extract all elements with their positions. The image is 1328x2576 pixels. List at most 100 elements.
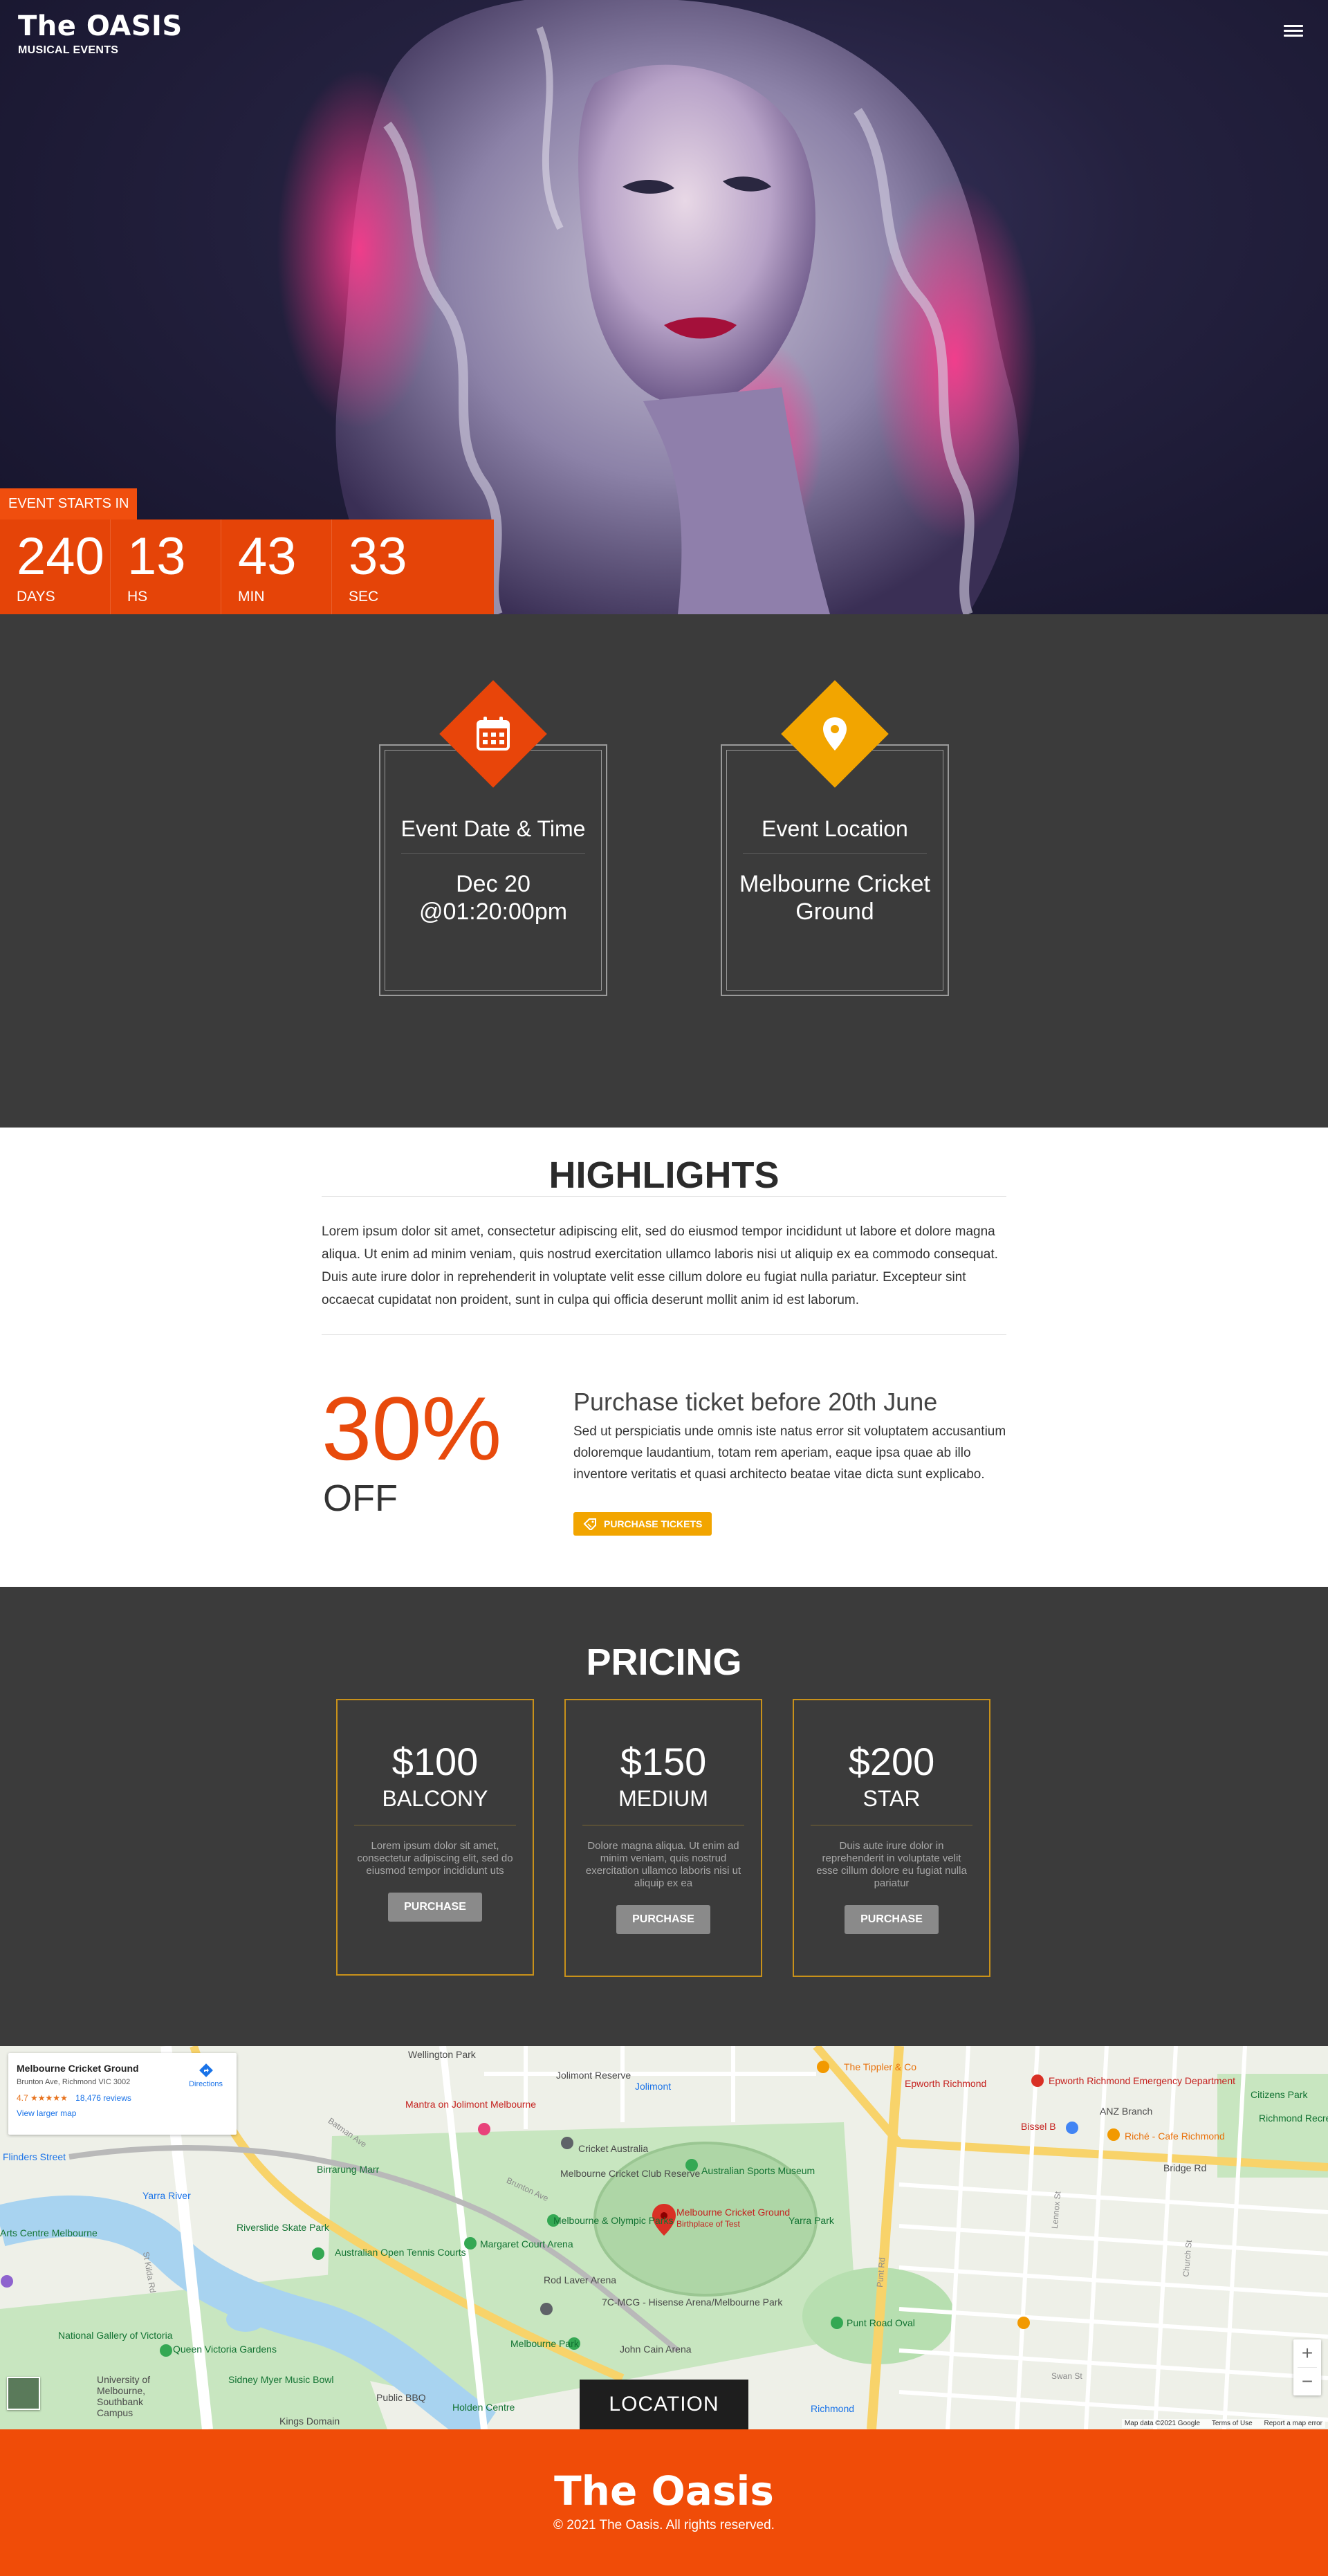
plan-name: MEDIUM	[618, 1786, 708, 1811]
promo-percent: 30%	[322, 1378, 502, 1479]
event-time-line: @01:20:00pm	[418, 899, 568, 925]
calendar-icon	[477, 717, 510, 751]
map-label: Melbourne Cricket Club Reserve	[560, 2168, 701, 2179]
map-label: Citizens Park	[1251, 2089, 1308, 2100]
footer-copyright: © 2021 The Oasis. All rights reserved.	[553, 2518, 775, 2532]
zoom-out-button[interactable]: −	[1293, 2368, 1321, 2395]
map-label: University of Melbourne, Southbank Campu…	[97, 2374, 151, 2418]
plan-description: Lorem ipsum dolor sit amet, consectetur …	[357, 1840, 513, 1877]
highlights-text: Lorem ipsum dolor sit amet, consectetur …	[322, 1224, 998, 1307]
brand-title: The OASIS	[18, 10, 183, 42]
pricing-card-star: $200 STAR Duis aute irure dolor in repre…	[793, 1699, 990, 1977]
countdown-unit: SEC	[349, 589, 379, 605]
countdown-value: 33	[349, 527, 407, 586]
event-location-value: Melbourne Cricket Ground	[736, 870, 934, 926]
countdown-value: 43	[238, 527, 297, 586]
map-label: 7C-MCG - Hisense Arena/Melbourne Park	[602, 2297, 783, 2308]
map-label: Mantra on Jolimont Melbourne	[405, 2099, 537, 2110]
map-label: Rod Laver Arena	[544, 2274, 617, 2285]
map-section[interactable]: Wellington Park Jolimont Reserve Jolimon…	[0, 2046, 1328, 2429]
map-pin-icon-badge	[781, 680, 889, 788]
purchase-tickets-label: PURCHASE TICKETS	[604, 1518, 703, 1529]
map-label: Bissel B	[1021, 2121, 1056, 2132]
map-label: Kings Domain	[279, 2416, 340, 2427]
directions-button[interactable]: Directions	[189, 2063, 223, 2088]
event-location-title: Event Location	[762, 816, 908, 841]
event-location-card: Event Location Melbourne Cricket Ground	[721, 680, 949, 996]
highlights-section: HIGHLIGHTS Lorem ipsum dolor sit amet, c…	[0, 1128, 1328, 1587]
map-place-card: Melbourne Cricket Ground Brunton Ave, Ri…	[8, 2053, 237, 2135]
map-attribution: Map data ©2021 Google Terms of Use Repor…	[1121, 2419, 1325, 2428]
map-label: Bridge Rd	[1163, 2162, 1207, 2173]
event-date-line: Dec 20	[456, 871, 531, 897]
countdown-label: EVENT STARTS IN	[0, 488, 138, 519]
purchase-button[interactable]: PURCHASE	[845, 1905, 939, 1934]
divider	[401, 853, 585, 854]
zoom-in-button[interactable]: +	[1293, 2339, 1321, 2367]
plan-name: STAR	[863, 1786, 921, 1811]
map-pin-icon	[823, 717, 847, 751]
hero-section: The OASIS MUSICAL EVENTS EVENT STARTS IN…	[0, 0, 1328, 614]
map-label: Queen Victoria Gardens	[173, 2344, 277, 2355]
map-label: Birrarung Marr	[317, 2164, 380, 2175]
map-label: Epworth Richmond Emergency Department	[1049, 2075, 1236, 2086]
map-label: John Cain Arena	[620, 2344, 692, 2355]
event-date-value: Dec 20 @01:20:00pm	[394, 870, 592, 926]
countdown-hours: 13 HS	[111, 519, 221, 614]
pricing-card-balcony: $100 BALCONY Lorem ipsum dolor sit amet,…	[336, 1699, 534, 1976]
footer: The Oasis © 2021 The Oasis. All rights r…	[0, 2429, 1328, 2576]
promo-text: Sed ut perspiciatis unde omnis iste natu…	[573, 1424, 1006, 1482]
countdown-seconds: 33 SEC	[332, 519, 443, 614]
event-info-section: Event Date & Time Dec 20 @01:20:00pm Eve…	[0, 614, 1328, 1128]
map-label: Richmond Recreation Centre	[1259, 2113, 1328, 2124]
view-larger-map-link[interactable]: View larger map	[17, 2108, 228, 2118]
map-label: Riverslide Skate Park	[237, 2222, 329, 2233]
purchase-button[interactable]: PURCHASE	[616, 1905, 710, 1934]
map-label: Australian Open Tennis Courts	[335, 2247, 466, 2258]
map-label: Sidney Myer Music Bowl	[228, 2374, 334, 2385]
brand-tagline: MUSICAL EVENTS	[18, 44, 119, 56]
map-satellite-toggle[interactable]	[7, 2377, 40, 2410]
map-label: Wellington Park	[408, 2049, 476, 2060]
plan-description: Duis aute irure dolor in reprehenderit i…	[816, 1840, 967, 1889]
brand-logo[interactable]: The OASIS MUSICAL EVENTS	[18, 10, 183, 57]
rating-value: 4.7	[17, 2093, 28, 2103]
rating-stars: ★★★★★	[30, 2093, 68, 2103]
map-label: Melbourne & Olympic Parks	[553, 2215, 674, 2226]
hamburger-icon[interactable]	[1284, 25, 1303, 40]
map-label: Holden Centre	[452, 2402, 515, 2413]
map-label: Public BBQ	[376, 2392, 426, 2403]
pricing-title: PRICING	[586, 1641, 742, 1683]
map-data-credit: Map data ©2021 Google	[1124, 2420, 1201, 2427]
reviews-link[interactable]: 18,476 reviews	[75, 2093, 131, 2103]
pricing-section: PRICING $100 BALCONY Lorem ipsum dolor s…	[0, 1587, 1328, 2046]
map-label: Epworth Richmond	[905, 2078, 987, 2089]
terms-link[interactable]: Terms of Use	[1212, 2420, 1253, 2427]
purchase-tickets-button[interactable]: PURCHASE TICKETS	[573, 1512, 712, 1536]
countdown-timer: 240 DAYS 13 HS 43 MIN 33 SEC	[0, 519, 494, 614]
divider	[322, 1196, 1006, 1197]
map-label: Australian Sports Museum	[701, 2165, 815, 2176]
report-error-link[interactable]: Report a map error	[1264, 2420, 1322, 2427]
map-label: Punt Road Oval	[847, 2317, 915, 2328]
promo-off-label: OFF	[323, 1478, 398, 1519]
pricing-card-medium: $150 MEDIUM Dolore magna aliqua. Ut enim…	[564, 1699, 762, 1977]
plan-price: $150	[620, 1740, 707, 1783]
map-label: Jolimont Reserve	[556, 2070, 631, 2081]
map-label: Yarra River	[142, 2190, 191, 2201]
calendar-icon-badge	[439, 680, 547, 788]
countdown-unit: HS	[127, 589, 148, 605]
ticket-icon	[583, 1518, 596, 1530]
location-line: Ground	[795, 899, 874, 925]
footer-brand: The Oasis	[554, 2467, 774, 2514]
plan-description: Dolore magna aliqua. Ut enim ad minim ve…	[585, 1840, 741, 1889]
location-line: Melbourne Cricket	[739, 871, 930, 897]
map-label: Jolimont	[635, 2081, 672, 2092]
location-button[interactable]: LOCATION	[580, 2380, 748, 2429]
map-label: The Tippler & Co	[844, 2061, 917, 2072]
countdown-days: 240 DAYS	[0, 519, 111, 614]
map-label: Arts Centre Melbourne	[0, 2227, 98, 2238]
purchase-button[interactable]: PURCHASE	[388, 1893, 482, 1922]
directions-label: Directions	[189, 2080, 223, 2088]
map-label: Birthplace of Test	[676, 2219, 740, 2229]
